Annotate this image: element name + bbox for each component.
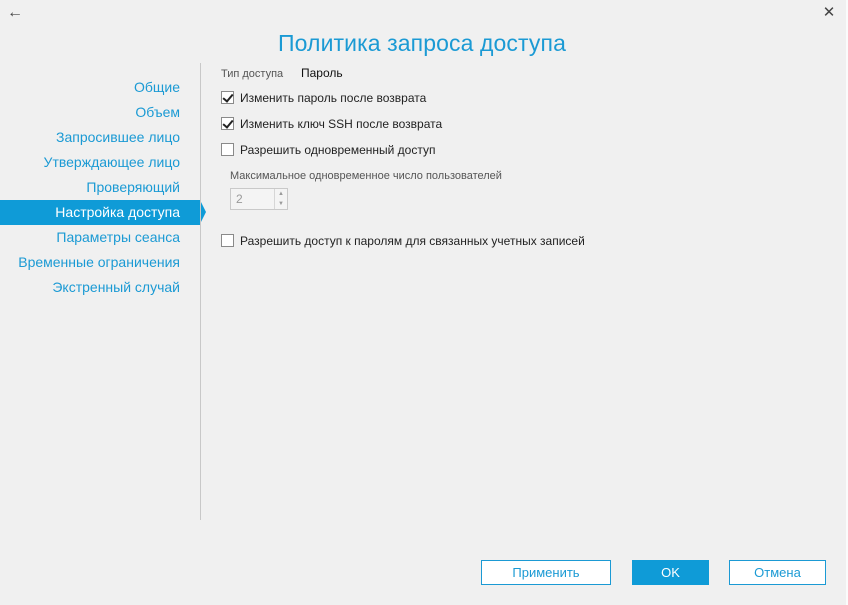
checkbox-box[interactable]: [221, 233, 234, 247]
change-password-checkbox[interactable]: Изменить пароль после возврата: [221, 90, 426, 106]
max-users-value[interactable]: 2: [236, 189, 243, 209]
sidebar-item-requester[interactable]: Запросившее лицо: [0, 125, 200, 150]
back-icon[interactable]: ←: [4, 3, 26, 23]
sidebar-item-approver[interactable]: Утверждающее лицо: [0, 150, 200, 175]
access-type-value: Пароль: [301, 66, 343, 80]
stepper-up-icon[interactable]: ▲: [275, 189, 287, 199]
checkbox-box[interactable]: [221, 90, 234, 104]
max-users-label: Максимальное одновременное число пользов…: [230, 170, 502, 182]
sidebar-divider: [200, 63, 201, 520]
checkmark-icon: [222, 90, 234, 103]
change-ssh-key-label: Изменить ключ SSH после возврата: [240, 117, 443, 131]
checkbox-box[interactable]: [221, 116, 234, 130]
ok-button[interactable]: OK: [632, 560, 709, 585]
linked-accounts-label: Разрешить доступ к паролям для связанных…: [240, 234, 585, 248]
concurrent-access-checkbox[interactable]: Разрешить одновременный доступ: [221, 142, 436, 158]
sidebar-item-scope[interactable]: Объем: [0, 100, 200, 125]
sidebar-item-access-settings[interactable]: Настройка доступа: [0, 200, 206, 225]
sidebar-item-reviewer[interactable]: Проверяющий: [0, 175, 200, 200]
concurrent-access-label: Разрешить одновременный доступ: [240, 143, 436, 157]
stepper-arrows: ▲ ▼: [274, 189, 287, 209]
stepper-down-icon[interactable]: ▼: [275, 199, 287, 209]
page-title: Политика запроса доступа: [278, 30, 566, 56]
sidebar-item-time-restrictions[interactable]: Временные ограничения: [0, 250, 200, 275]
cancel-button[interactable]: Отмена: [729, 560, 826, 585]
close-icon[interactable]: ✕: [818, 3, 840, 23]
sidebar-item-emergency[interactable]: Экстренный случай: [0, 275, 200, 300]
change-ssh-key-checkbox[interactable]: Изменить ключ SSH после возврата: [221, 116, 442, 132]
access-type-row: Тип доступа Пароль: [221, 64, 343, 82]
checkmark-icon: [222, 116, 234, 129]
sidebar-item-general[interactable]: Общие: [0, 75, 200, 100]
max-users-stepper[interactable]: 2 ▲ ▼: [230, 188, 288, 210]
apply-button[interactable]: Применить: [481, 560, 611, 585]
linked-accounts-checkbox[interactable]: Разрешить доступ к паролям для связанных…: [221, 233, 585, 249]
sidebar-nav: Общие Объем Запросившее лицо Утверждающе…: [0, 75, 206, 300]
checkbox-box[interactable]: [221, 142, 234, 156]
change-password-label: Изменить пароль после возврата: [240, 91, 427, 105]
sidebar-item-session-parameters[interactable]: Параметры сеанса: [0, 225, 200, 250]
access-type-label: Тип доступа: [221, 68, 284, 80]
